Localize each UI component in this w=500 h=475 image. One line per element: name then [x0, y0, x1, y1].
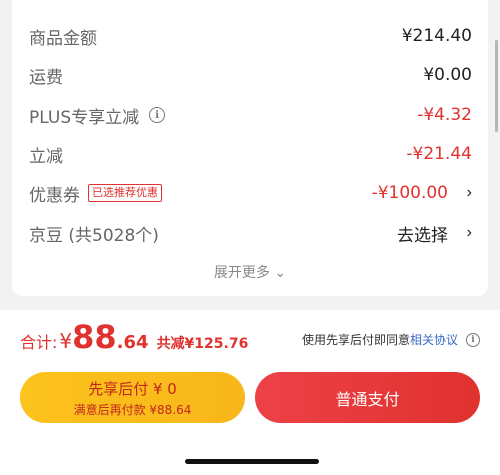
scrollbar[interactable]: [495, 40, 498, 132]
total-label: 合计:: [20, 333, 58, 352]
chevron-right-icon: ›: [466, 184, 472, 201]
instant-discount-label: 立减: [29, 146, 63, 167]
home-indicator: [185, 459, 319, 464]
row-jingdou[interactable]: 京豆 (共5028个) 去选择 ›: [29, 218, 472, 248]
shipping-value: ¥0.00: [423, 65, 472, 85]
pay-later-button[interactable]: 先享后付 ¥ 0 满意后再付款 ¥88.64: [20, 372, 245, 423]
total-line: 合计: ¥ 88 .64 共减¥125.76: [20, 318, 248, 356]
row-plus-discount: PLUS专享立减 i -¥4.32: [29, 100, 472, 130]
row-coupon[interactable]: 优惠券 已选推荐优惠 -¥100.00 ›: [29, 178, 472, 208]
coupon-value: -¥100.00: [371, 183, 448, 203]
total-integer: 88: [72, 318, 117, 356]
agreement-prefix: 使用先享后付即同意: [301, 333, 410, 347]
agreement-link[interactable]: 相关协议: [410, 331, 458, 348]
info-icon[interactable]: i: [149, 107, 166, 123]
jingdou-label: 京豆 (共5028个): [29, 225, 159, 246]
shipping-label: 运费: [29, 67, 63, 88]
pay-later-title: 先享后付 ¥ 0: [88, 379, 177, 398]
goods-amount-label: 商品金额: [29, 28, 97, 49]
plus-discount-text: PLUS专享立减: [29, 107, 140, 128]
recommended-badge: 已选推荐优惠: [88, 184, 162, 202]
coupon-label: 优惠券 已选推荐优惠: [29, 181, 162, 206]
row-shipping: 运费 ¥0.00: [29, 60, 472, 90]
normal-pay-button[interactable]: 普通支付: [255, 372, 480, 423]
total-decimal: .64: [116, 332, 149, 353]
pay-later-subtitle: 满意后再付款 ¥88.64: [73, 402, 192, 417]
agreement-text: 使用先享后付即同意 相关协议 i: [302, 331, 480, 348]
order-summary-card: 商品金额 ¥214.40 运费 ¥0.00 PLUS专享立减 i -¥4.32 …: [12, 0, 488, 296]
expand-more-button[interactable]: 展开更多 ⌄: [12, 262, 488, 282]
goods-amount-value: ¥214.40: [401, 26, 472, 46]
normal-pay-label: 普通支付: [335, 389, 400, 409]
instant-discount-value: -¥21.44: [406, 144, 472, 164]
plus-discount-value: -¥4.32: [417, 105, 472, 125]
total-saved: 共减¥125.76: [156, 336, 249, 352]
jingdou-select[interactable]: 去选择: [397, 221, 448, 246]
currency-symbol: ¥: [59, 329, 73, 353]
info-icon[interactable]: i: [466, 332, 480, 347]
chevron-right-icon: ›: [466, 224, 472, 241]
row-instant-discount: 立减 -¥21.44: [29, 139, 472, 169]
coupon-text: 优惠券: [29, 185, 80, 206]
plus-discount-label: PLUS专享立减 i: [29, 103, 166, 128]
row-goods-amount: 商品金额 ¥214.40: [29, 21, 472, 51]
